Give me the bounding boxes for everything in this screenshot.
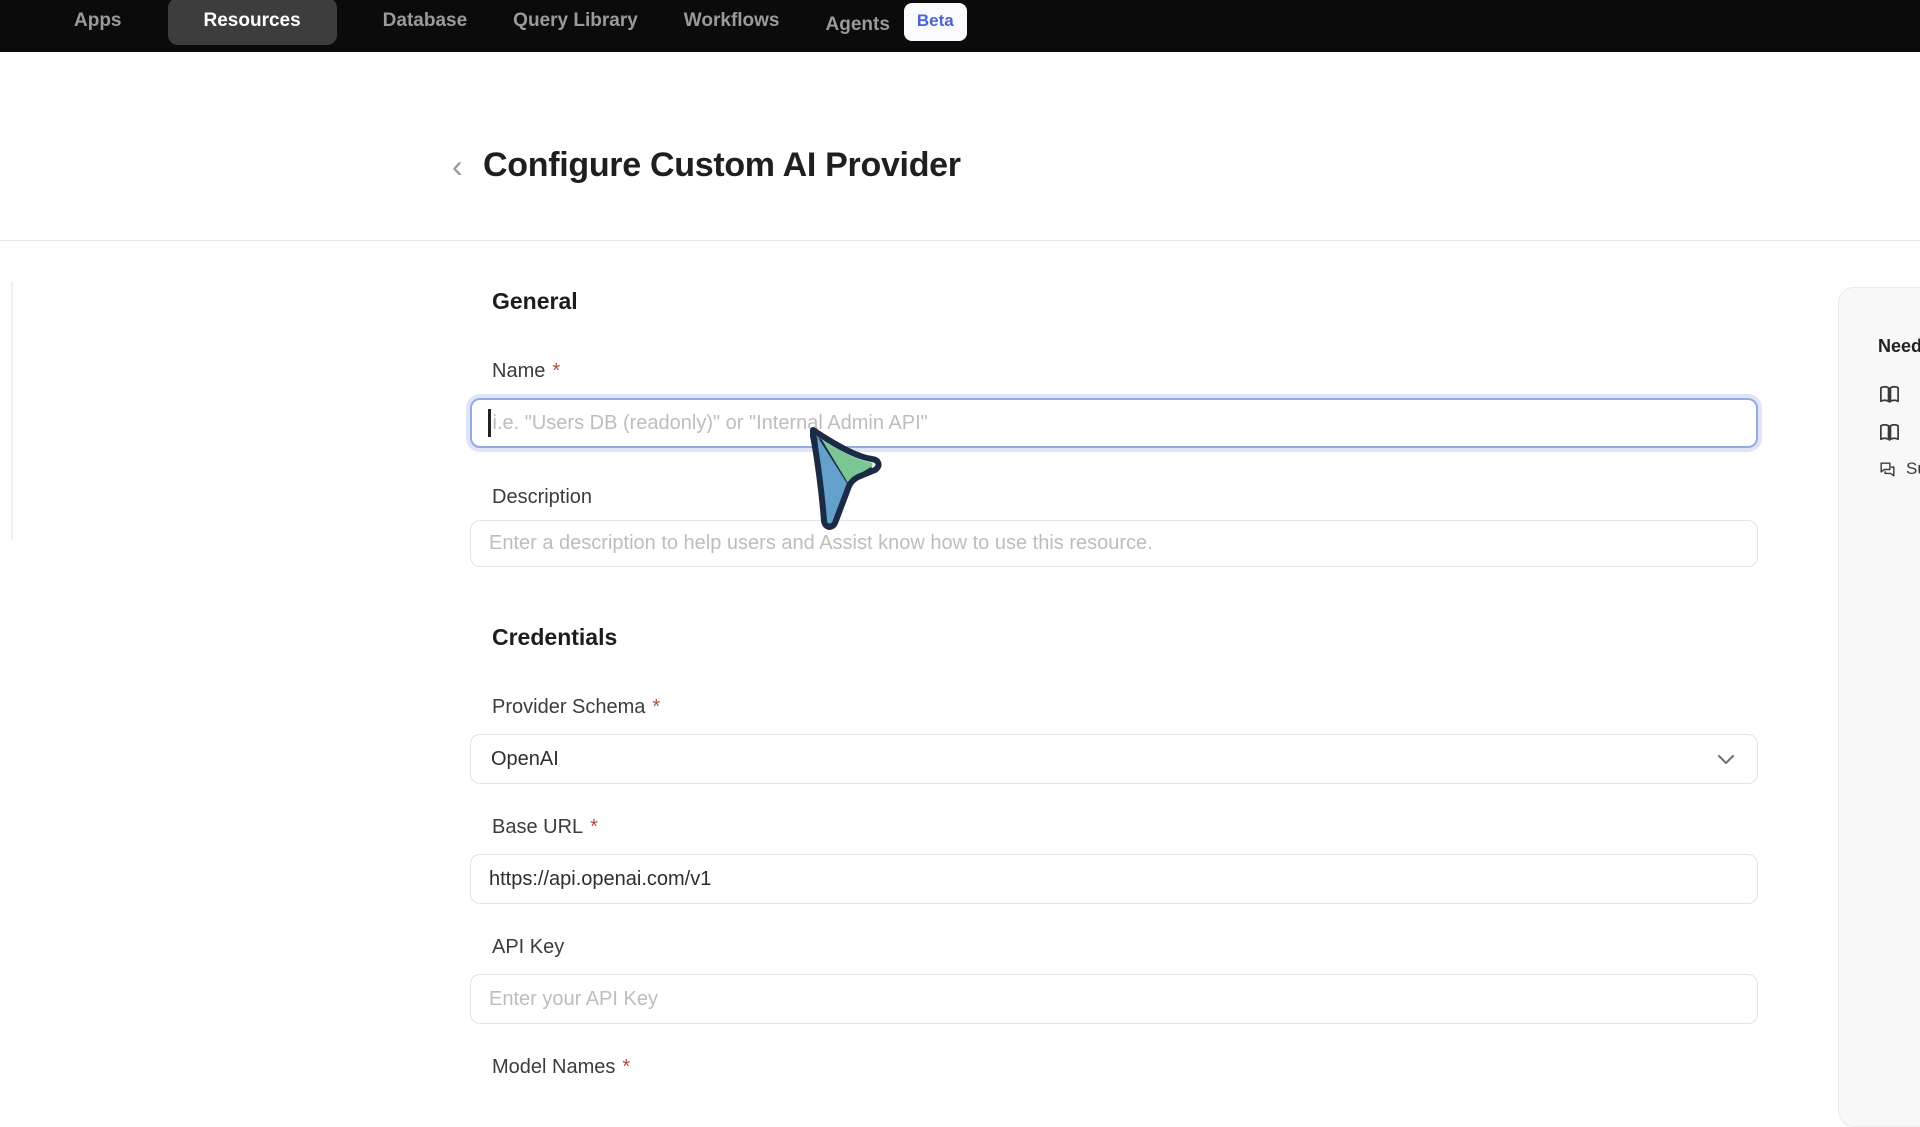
section-heading-credentials: Credentials — [492, 624, 617, 651]
provider-schema-select[interactable]: OpenAI — [470, 734, 1758, 784]
nav-tab-resources[interactable]: Resources — [168, 0, 337, 45]
section-heading-general: General — [492, 288, 578, 315]
chat-icon — [1878, 460, 1897, 479]
help-link-support[interactable]: Support — [1878, 459, 1920, 479]
nav-tab-agents-label: Agents — [826, 10, 890, 40]
model-names-label-text: Model Names — [492, 1056, 615, 1078]
provider-schema-field-label: Provider Schema * — [492, 696, 660, 719]
help-panel-heading: Need help? — [1878, 336, 1920, 357]
base-url-required-asterisk: * — [590, 816, 598, 838]
name-input-placeholder: i.e. "Users DB (readonly)" or "Internal … — [493, 412, 928, 435]
help-link-label: Support — [1906, 459, 1920, 479]
page-title: Configure Custom AI Provider — [483, 146, 961, 185]
api-key-label-text: API Key — [492, 936, 564, 958]
base-url-label-text: Base URL — [492, 816, 583, 838]
description-label-text: Description — [492, 486, 592, 508]
name-field-label: Name * — [492, 360, 560, 383]
nav-tab-apps[interactable]: Apps — [74, 6, 122, 36]
name-required-asterisk: * — [552, 360, 560, 382]
model-names-field-label: Model Names * — [492, 1056, 630, 1079]
nav-tab-database[interactable]: Database — [383, 6, 468, 36]
text-caret — [488, 409, 491, 437]
back-chevron-icon[interactable]: ‹ — [452, 150, 463, 182]
description-field-label: Description — [492, 486, 592, 509]
nav-tab-workflows[interactable]: Workflows — [684, 6, 780, 36]
name-label-text: Name — [492, 360, 545, 382]
book-icon — [1878, 383, 1901, 406]
book-icon — [1878, 421, 1901, 444]
help-panel: Need help? Support — [1838, 287, 1920, 1127]
left-edge-divider — [11, 282, 13, 540]
name-input[interactable]: i.e. "Users DB (readonly)" or "Internal … — [470, 398, 1758, 448]
model-names-required-asterisk: * — [622, 1056, 630, 1078]
help-link-tutorials[interactable] — [1878, 421, 1920, 444]
help-link-docs[interactable] — [1878, 383, 1920, 406]
base-url-field-label: Base URL * — [492, 816, 598, 839]
nav-tab-agents[interactable]: Agents Beta — [826, 6, 967, 44]
chevron-down-icon — [1715, 748, 1737, 770]
header-divider — [0, 240, 1920, 241]
nav-tab-query-library[interactable]: Query Library — [513, 6, 638, 36]
provider-schema-selected-value: OpenAI — [491, 748, 559, 771]
api-key-field-label: API Key — [492, 936, 564, 959]
top-navbar: Apps Resources Database Query Library Wo… — [0, 0, 1920, 52]
description-input[interactable] — [470, 520, 1758, 567]
base-url-input[interactable] — [470, 854, 1758, 904]
api-key-input[interactable] — [470, 974, 1758, 1024]
provider-schema-label-text: Provider Schema — [492, 696, 645, 718]
provider-schema-required-asterisk: * — [652, 696, 660, 718]
beta-badge: Beta — [904, 3, 967, 41]
